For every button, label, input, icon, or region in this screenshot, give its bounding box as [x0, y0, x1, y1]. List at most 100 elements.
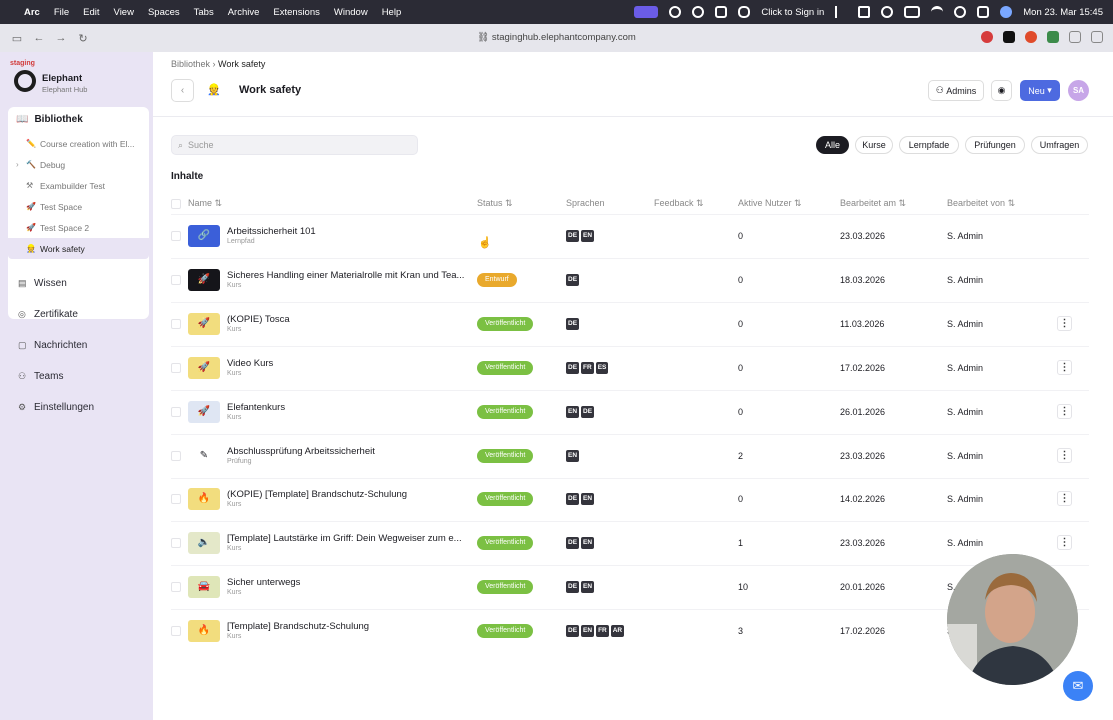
- extension-icon[interactable]: [1003, 31, 1015, 43]
- row-checkbox[interactable]: [171, 318, 181, 329]
- content-name[interactable]: Arbeitssicherheit 101: [227, 226, 473, 237]
- library-item[interactable]: ✏️ Course creation with El...: [8, 133, 149, 154]
- avatar[interactable]: SA: [1068, 80, 1089, 101]
- library-item-label: Exambuilder Test: [40, 180, 106, 191]
- content-name[interactable]: (KOPIE) [Template] Brandschutz-Schulung: [227, 489, 473, 500]
- row-checkbox[interactable]: [171, 231, 181, 241]
- library-item[interactable]: 🚀 Test Space 2: [8, 217, 149, 238]
- settings-button[interactable]: ◉: [991, 80, 1012, 101]
- filter-kurse[interactable]: Kurse: [855, 136, 893, 154]
- screen-record-icon[interactable]: [634, 6, 659, 18]
- row-checkbox[interactable]: [171, 538, 181, 549]
- col-header-feedback[interactable]: Feedback ⇅: [654, 198, 704, 209]
- admins-button[interactable]: ⚇ Admins: [928, 80, 984, 101]
- library-item[interactable]: › 🔨 Debug: [8, 154, 149, 175]
- back-button[interactable]: ‹: [171, 79, 194, 102]
- volume-icon[interactable]: [858, 6, 871, 18]
- col-header-name[interactable]: Name ⇅: [188, 198, 222, 209]
- app-status-icon[interactable]: [715, 6, 728, 18]
- section-title: Inhalte: [171, 171, 204, 182]
- content-name[interactable]: Sicheres Handling einer Materialrolle mi…: [227, 270, 473, 281]
- library-item[interactable]: ⚒ Exambuilder Test: [8, 175, 149, 196]
- chat-help-button[interactable]: ✉: [1063, 671, 1093, 701]
- wifi-icon[interactable]: [931, 6, 944, 18]
- search-icon[interactable]: [954, 6, 967, 18]
- status-icon[interactable]: [669, 6, 682, 18]
- split-view-icon[interactable]: [1091, 31, 1103, 43]
- library-item[interactable]: 🚀 Test Space: [8, 196, 149, 217]
- content-name[interactable]: (KOPIE) Tosca: [227, 314, 473, 325]
- row-checkbox[interactable]: [171, 582, 181, 593]
- row-checkbox[interactable]: [171, 494, 181, 505]
- nav-nachrichten[interactable]: ▢ Nachrichten: [18, 340, 87, 351]
- content-name[interactable]: Elefantenkurs: [227, 402, 473, 413]
- content-name[interactable]: Video Kurs: [227, 358, 473, 369]
- menu-window[interactable]: Window: [334, 7, 368, 18]
- menu-edit[interactable]: Edit: [83, 7, 99, 18]
- battery-icon[interactable]: [904, 6, 921, 18]
- search-placeholder: Suche: [188, 140, 214, 150]
- edited-date: 17.02.2026: [840, 626, 886, 637]
- play-icon[interactable]: [881, 6, 894, 18]
- extension-icon[interactable]: [981, 31, 993, 43]
- row-checkbox[interactable]: [171, 274, 181, 285]
- library-heading[interactable]: 📖 Bibliothek: [16, 114, 83, 125]
- row-menu-button[interactable]: ⋮: [1057, 403, 1072, 419]
- filter-pruefungen[interactable]: Prüfungen: [965, 136, 1025, 154]
- breadcrumb-root[interactable]: Bibliothek: [171, 59, 210, 69]
- nav-einstellungen[interactable]: ⚙ Einstellungen: [18, 402, 94, 413]
- menu-view[interactable]: View: [114, 7, 134, 18]
- col-header-active-users[interactable]: Aktive Nutzer ⇅: [738, 198, 802, 209]
- openai-icon[interactable]: [692, 6, 705, 18]
- menu-help[interactable]: Help: [382, 7, 402, 18]
- menu-file[interactable]: File: [54, 7, 69, 18]
- extension-icon[interactable]: [1047, 31, 1059, 43]
- chevron-right-icon[interactable]: ›: [16, 160, 19, 169]
- nav-wissen[interactable]: ▤ Wissen: [18, 278, 67, 289]
- menu-spaces[interactable]: Spaces: [148, 7, 180, 18]
- lock-icon[interactable]: [738, 6, 751, 18]
- col-label: Bearbeitet am: [840, 198, 897, 208]
- row-checkbox[interactable]: [171, 626, 181, 637]
- menu-tabs[interactable]: Tabs: [194, 7, 214, 18]
- control-center-icon[interactable]: [977, 6, 990, 18]
- row-menu-button[interactable]: ⋮: [1057, 535, 1072, 551]
- sign-in-menu[interactable]: Click to Sign in: [761, 7, 824, 18]
- filter-lernpfade[interactable]: Lernpfade: [899, 136, 959, 154]
- menu-archive[interactable]: Archive: [228, 7, 260, 18]
- new-button[interactable]: Neu ▾: [1020, 80, 1060, 101]
- siri-icon[interactable]: [1000, 6, 1013, 18]
- filter-umfragen[interactable]: Umfragen: [1031, 136, 1088, 154]
- content-name[interactable]: [Template] Lautstärke im Griff: Dein Weg…: [227, 533, 473, 544]
- row-checkbox[interactable]: [171, 362, 181, 373]
- nav-teams[interactable]: ⚇ Teams: [18, 371, 63, 382]
- content-thumbnail-icon: 🚀: [188, 268, 220, 291]
- col-header-edited-by[interactable]: Bearbeitet von ⇅: [947, 198, 1015, 209]
- row-checkbox[interactable]: [171, 450, 181, 461]
- menu-extensions[interactable]: Extensions: [273, 7, 319, 18]
- language-badge: DE: [566, 361, 580, 374]
- bluetooth-icon[interactable]: [835, 6, 847, 18]
- library-item-active[interactable]: 👷 Work safety: [8, 238, 149, 259]
- brand-logo[interactable]: staging Elephant Elephant Hub: [10, 60, 150, 100]
- url-bar[interactable]: ⛓ staginghub.elephantcompany.com: [0, 32, 1113, 43]
- content-type: Kurs: [227, 633, 242, 641]
- content-name[interactable]: [Template] Brandschutz-Schulung: [227, 621, 473, 632]
- col-header-edited-at[interactable]: Bearbeitet am ⇅: [840, 198, 906, 209]
- content-name[interactable]: Abschlussprüfung Arbeitssicherheit: [227, 446, 473, 457]
- filter-alle[interactable]: Alle: [816, 136, 849, 154]
- col-header-status[interactable]: Status ⇅: [477, 198, 513, 209]
- app-menu[interactable]: Arc: [24, 7, 40, 18]
- row-menu-button[interactable]: ⋮: [1057, 359, 1072, 375]
- row-menu-button[interactable]: ⋮: [1057, 447, 1072, 463]
- select-all-checkbox[interactable]: [171, 199, 181, 209]
- nav-zertifikate[interactable]: ◎ Zertifikate: [18, 309, 78, 320]
- more-vertical-icon: ⋮: [1059, 317, 1070, 329]
- search-input[interactable]: ⌕ Suche: [171, 135, 418, 155]
- extension-icon[interactable]: [1069, 31, 1081, 43]
- extension-icon[interactable]: [1025, 31, 1037, 43]
- row-menu-button[interactable]: ⋮: [1057, 491, 1072, 507]
- content-name[interactable]: Sicher unterwegs: [227, 577, 473, 588]
- row-checkbox[interactable]: [171, 406, 181, 417]
- row-menu-button[interactable]: ⋮: [1057, 315, 1072, 331]
